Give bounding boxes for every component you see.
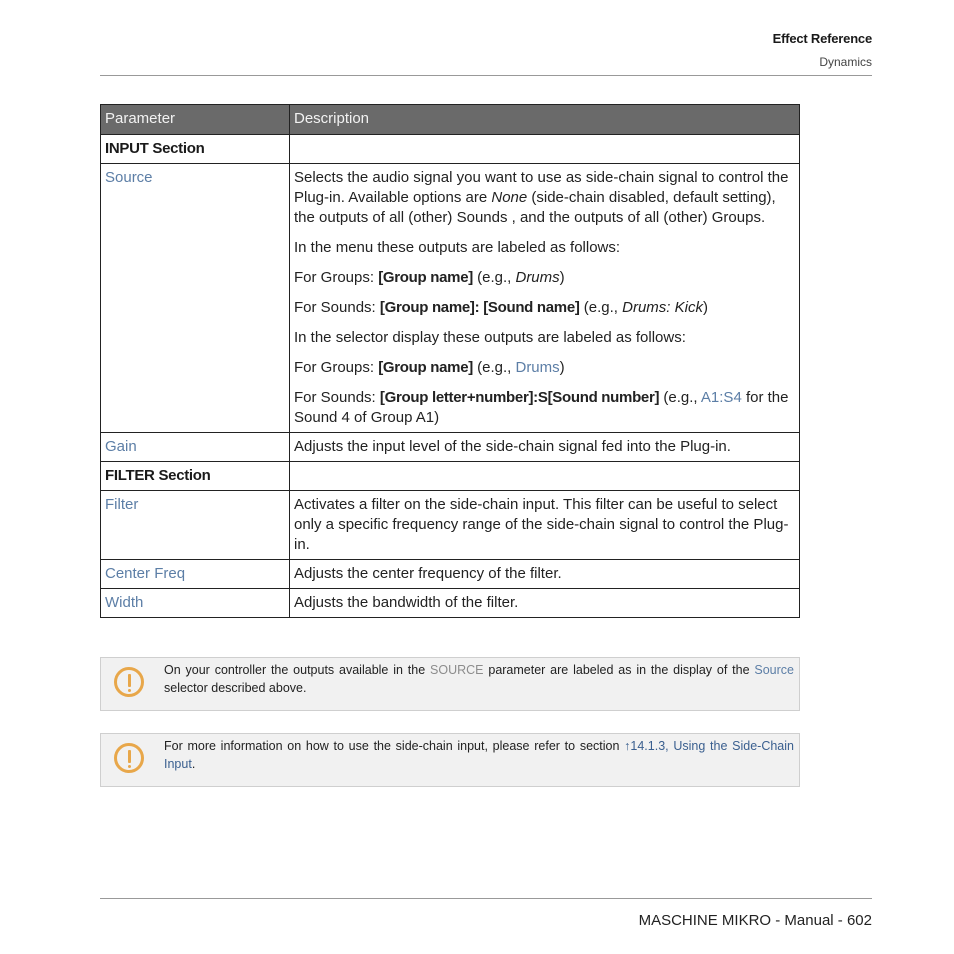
text: For Sounds: bbox=[294, 299, 380, 316]
text: (e.g., bbox=[472, 269, 516, 286]
text: ) bbox=[702, 299, 708, 316]
section-label: INPUT Section bbox=[100, 134, 290, 164]
desc-paragraph: In the selector display these outputs ar… bbox=[294, 329, 686, 346]
parameter-table: Parameter Description INPUT Section Sour… bbox=[100, 104, 800, 618]
empty-cell bbox=[289, 134, 800, 164]
empty-cell bbox=[289, 461, 800, 491]
desc-paragraph: Selects the audio signal you want to use… bbox=[294, 168, 795, 228]
text: For more information on how to use the s… bbox=[164, 739, 625, 753]
text: For Sounds: bbox=[294, 389, 380, 406]
param-name-center-freq[interactable]: Center Freq bbox=[105, 565, 185, 582]
option-none: None bbox=[491, 189, 528, 206]
example-display: Drums bbox=[515, 359, 560, 376]
header-divider bbox=[100, 75, 872, 76]
table-row-width: Width Adjusts the bandwidth of the filte… bbox=[100, 588, 800, 618]
note-box: On your controller the outputs available… bbox=[100, 657, 800, 711]
text: ) bbox=[559, 359, 565, 376]
note-text: For more information on how to use the s… bbox=[164, 734, 799, 782]
page-footer: MASCHINE MIKRO - Manual - 602 bbox=[638, 912, 872, 929]
desc-paragraph: For Groups: [Group name] (e.g., Drums) bbox=[294, 268, 795, 288]
format-label: [Group name] bbox=[378, 359, 473, 376]
table-row-filter: Filter Activates a filter on the side-ch… bbox=[100, 490, 800, 560]
text: For Groups: bbox=[294, 269, 379, 286]
note-text: On your controller the outputs available… bbox=[164, 658, 799, 706]
table-row-source: Source Selects the audio signal you want… bbox=[100, 163, 800, 433]
example-display: A1:S4 bbox=[700, 389, 742, 406]
example: Drums bbox=[515, 269, 560, 286]
text: On your controller the outputs available… bbox=[164, 663, 431, 677]
desc-paragraph: For Groups: [Group name] (e.g., Drums) bbox=[294, 358, 795, 378]
text: selector described above. bbox=[164, 680, 307, 695]
warning-icon bbox=[114, 743, 144, 773]
desc-paragraph: In the menu these outputs are labeled as… bbox=[294, 239, 621, 256]
text: ) bbox=[559, 269, 565, 286]
chapter-title: Effect Reference bbox=[772, 31, 873, 46]
hardware-label: SOURCE bbox=[430, 663, 484, 677]
format-label: [Group letter+number]:S[Sound number] bbox=[379, 389, 660, 406]
param-name-gain[interactable]: Gain bbox=[105, 438, 137, 455]
text: For Groups: bbox=[294, 359, 379, 376]
table-row-center-freq: Center Freq Adjusts the center frequency… bbox=[100, 559, 800, 589]
format-label: [Group name]: [Sound name] bbox=[379, 299, 580, 316]
footer-divider bbox=[100, 898, 872, 899]
section-label: FILTER Section bbox=[100, 461, 290, 491]
column-header-parameter: Parameter bbox=[100, 104, 290, 135]
warning-icon bbox=[114, 667, 144, 697]
section-title: Dynamics bbox=[819, 55, 872, 69]
format-label: [Group name] bbox=[378, 269, 473, 286]
param-desc-width: Adjusts the bandwidth of the filter. bbox=[289, 588, 800, 618]
table-row-input-section: INPUT Section bbox=[100, 134, 800, 164]
text: . bbox=[191, 756, 196, 771]
example: Drums: Kick bbox=[622, 299, 703, 316]
table-header-row: Parameter Description bbox=[100, 104, 800, 135]
desc-paragraph: For Sounds: [Group name]: [Sound name] (… bbox=[294, 298, 795, 318]
column-header-description: Description bbox=[289, 104, 800, 135]
text: (e.g., bbox=[659, 389, 701, 406]
param-name-source[interactable]: Source bbox=[105, 169, 153, 186]
table-row-filter-section: FILTER Section bbox=[100, 461, 800, 491]
text: parameter are labeled as in the display … bbox=[483, 663, 755, 677]
param-desc-source: Selects the audio signal you want to use… bbox=[289, 163, 800, 433]
text: (e.g., bbox=[579, 299, 623, 316]
param-desc-filter: Activates a filter on the side-chain inp… bbox=[289, 490, 800, 560]
table-row-gain: Gain Adjusts the input level of the side… bbox=[100, 432, 800, 462]
text: (e.g., bbox=[472, 359, 516, 376]
software-label: Source bbox=[754, 663, 794, 677]
param-name-width[interactable]: Width bbox=[105, 594, 143, 611]
note-box: For more information on how to use the s… bbox=[100, 733, 800, 787]
param-name-filter[interactable]: Filter bbox=[105, 496, 138, 513]
param-desc-gain: Adjusts the input level of the side-chai… bbox=[289, 432, 800, 462]
desc-paragraph: For Sounds: [Group letter+number]:S[Soun… bbox=[294, 388, 795, 428]
param-desc-center-freq: Adjusts the center frequency of the filt… bbox=[289, 559, 800, 589]
